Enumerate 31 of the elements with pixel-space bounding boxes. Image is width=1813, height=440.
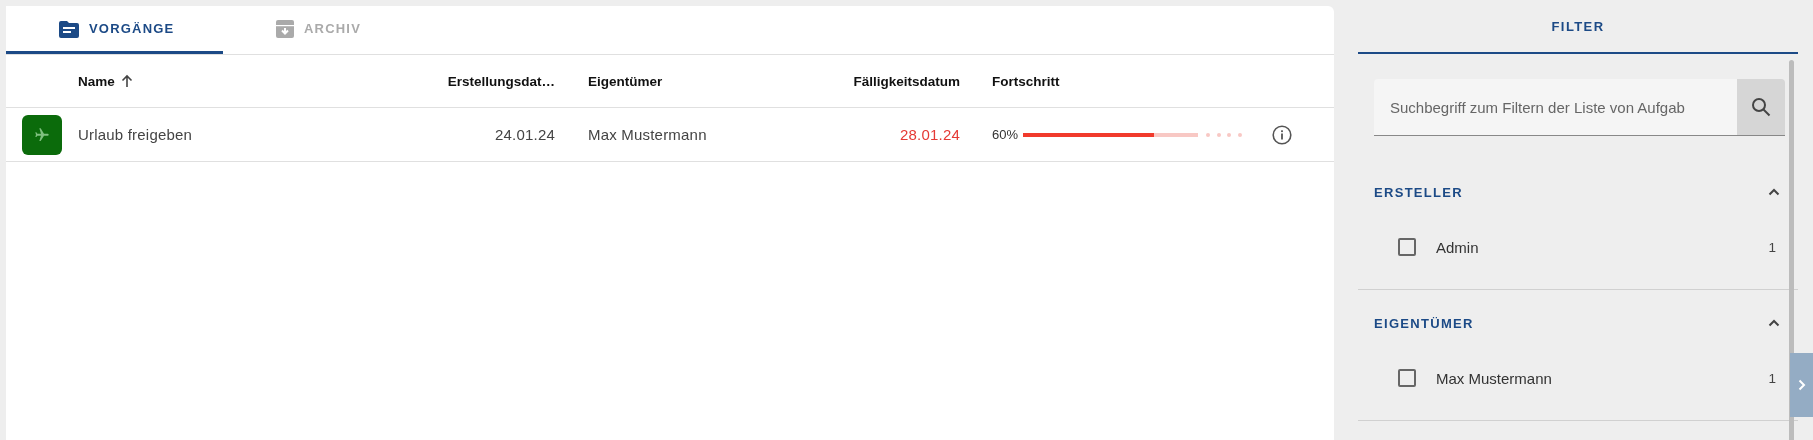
table-cell: 24.01.24 (495, 126, 555, 143)
side-panel-toggle[interactable] (1790, 353, 1813, 417)
task-type-icon (22, 114, 62, 155)
table-cell: Urlaub freigeben (78, 126, 193, 143)
column-header[interactable]: Eigentümer (588, 73, 663, 89)
tab[interactable]: VORGÄNGE (6, 6, 223, 54)
search-icon (1751, 97, 1771, 117)
column-header[interactable]: Name (78, 73, 115, 89)
option-label: Admin (1436, 238, 1480, 256)
info-button[interactable] (1272, 124, 1292, 145)
folder-icon (59, 19, 79, 38)
chevron-icon (1797, 379, 1806, 391)
search-field[interactable]: Suchbegriff zum Filtern der Liste von Aufgab (1374, 79, 1737, 136)
checkbox[interactable] (1398, 238, 1416, 256)
chevron-icon[interactable] (1768, 319, 1780, 327)
table-cell: 28.01.24 (900, 126, 960, 143)
tab[interactable]: FILTER (1358, 0, 1798, 54)
archive-icon (276, 19, 294, 38)
option-label: Max Mustermann (1436, 369, 1553, 387)
search-button[interactable] (1737, 79, 1785, 136)
section-title[interactable]: ERSTELLER (1374, 184, 1463, 200)
checkbox[interactable] (1398, 369, 1416, 387)
option-count: 1 (1768, 370, 1776, 386)
section-title[interactable]: EIGENTÜMER (1374, 315, 1474, 331)
option-count: 1 (1768, 239, 1776, 255)
table-cell: Max Mustermann (588, 126, 707, 143)
column-header[interactable]: Fälligkeitsdatum (853, 73, 960, 89)
column-header[interactable]: Erstellungsdat… (447, 73, 555, 89)
column-header[interactable]: Fortschritt (992, 73, 1060, 89)
chevron-icon[interactable] (1768, 188, 1780, 196)
progress-reading: 60% (992, 127, 1020, 142)
